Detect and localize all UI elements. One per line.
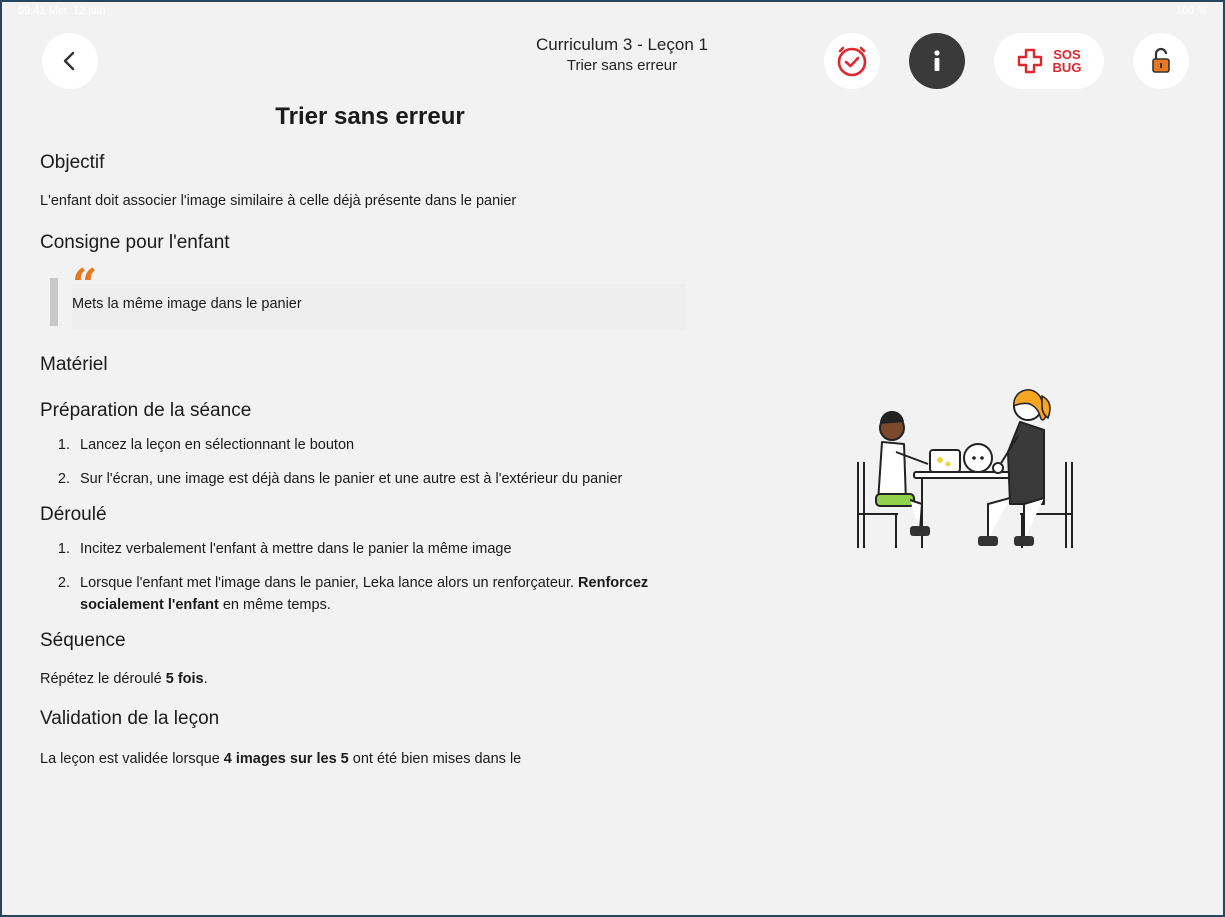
table [913,471,1025,548]
list-item: Lorsque l'enfant met l'image dans le pan… [74,572,700,616]
preparation-list: Lancez la leçon en sélectionnant le bout… [40,434,700,490]
sos-label: SOS BUG [1052,47,1082,75]
validation-heading: Validation de la leçon [40,708,220,729]
status-bar: 09:41 Mer. 12 juin 100 % [2,2,1223,22]
back-button[interactable] [42,33,98,89]
consigne-heading: Consigne pour l'enfant [40,232,230,253]
status-battery: 100 % [1175,5,1207,17]
session-illustration [857,389,1073,548]
lesson-subtitle: Trier sans erreur [566,57,678,74]
robot-leka [963,443,993,473]
curriculum-title: Curriculum 3 - Leçon 1 [536,35,708,54]
info-button[interactable] [909,33,965,89]
consigne-text: Mets la même image dans le panier [72,296,302,312]
objectif-heading: Objectif [40,152,105,173]
list-item: Sur l'écran, une image est déjà dans le … [74,468,700,490]
app-window: 09:41 Mer. 12 juin 100 % Curriculum 3 - … [0,0,1225,917]
status-time: 09:41 Mer. 12 juin [18,5,106,17]
consigne-quote: “ Mets la même image dans le panier [50,264,688,330]
lesson-title: Trier sans erreur [275,103,465,130]
list-item: Lancez la leçon en sélectionnant le bout… [74,434,700,456]
chevron-left-icon [63,51,75,71]
lesson-content: Trier sans erreur Objectif L'enfant doit… [40,94,700,770]
materiel-heading: Matériel [40,354,108,375]
clock-check-icon [837,46,867,77]
timer-button[interactable] [824,33,880,89]
sequence-text: Répétez le déroulé 5 fois. [40,671,208,687]
validation-text: La leçon est validée lorsque 4 images su… [40,751,522,767]
deroule-heading: Déroulé [40,504,107,525]
nav-title: Curriculum 3 - Leçon 1 Trier sans erreur [422,34,822,76]
lock-button[interactable] [1133,33,1189,89]
info-icon [934,50,940,71]
emphasis-text: 5 fois [165,671,204,687]
medical-cross-icon [1017,48,1042,74]
sequence-heading: Séquence [40,630,126,651]
tablet [929,449,961,473]
sos-bug-button[interactable]: SOS BUG [994,33,1104,89]
deroule-list: Incitez verbalement l'enfant à mettre da… [40,538,700,616]
emphasis-text: 4 images sur les 5 [223,751,349,767]
list-item: Incitez verbalement l'enfant à mettre da… [74,538,700,560]
preparation-heading: Préparation de la séance [40,400,252,421]
quote-bar [50,278,58,326]
unlocked-padlock-icon [1152,47,1170,73]
objectif-text: L'enfant doit associer l'image similaire… [40,193,517,209]
